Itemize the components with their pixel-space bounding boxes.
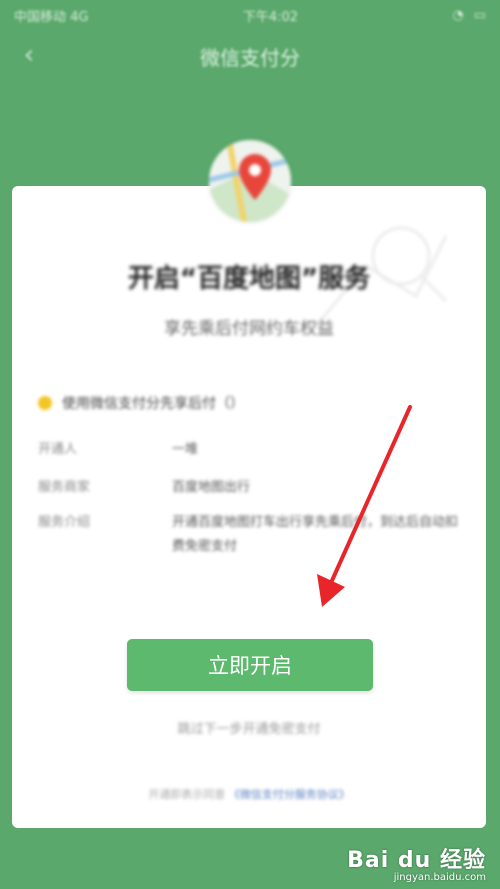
back-button[interactable]: ‹ <box>18 40 40 70</box>
watermark-main: Bai du 经验 <box>347 848 486 873</box>
service-subtitle: 享先乘后付网约车权益 <box>164 319 334 339</box>
clock-text: 下午4:02 <box>242 9 299 25</box>
agreement-footer: 开通即表示同意 《微信支付分服务协议》 <box>12 786 486 802</box>
page-title: 微信支付分 <box>200 45 300 70</box>
info-value: 开通百度地图打车出行享先乘后付，到达后自动扣费免密支付 <box>172 515 459 554</box>
notice-line: 使用微信支付分先享后付（） <box>38 393 244 413</box>
service-title: 开启“百度地图”服务 <box>127 264 371 294</box>
info-dot-icon <box>38 396 52 410</box>
baidu-map-logo <box>209 140 291 222</box>
info-row: 服务商家 百度地图出行 <box>38 476 462 500</box>
title-bar: ‹ 微信支付分 <box>0 32 500 80</box>
info-value: 百度地图出行 <box>172 480 251 495</box>
info-key: 开通人 <box>38 442 78 457</box>
battery-icon: ▭ <box>473 7 486 23</box>
info-row: 开通人 一堆 <box>38 438 462 462</box>
agreement-text: 开通即表示同意 <box>148 788 226 801</box>
info-value: 一堆 <box>172 442 199 457</box>
service-card: 开启“百度地图”服务 享先乘后付网约车权益 使用微信支付分先享后付（） 开通人 … <box>12 186 486 828</box>
info-key: 服务商家 <box>38 480 91 495</box>
carrier-text: 中国移动 4G <box>14 9 89 25</box>
notice-text: 使用微信支付分先享后付（） <box>62 396 244 412</box>
status-bar: 中国移动 4G 下午4:02 ◔ ▭ <box>0 0 500 30</box>
enable-now-button[interactable]: 立即开启 <box>127 639 373 691</box>
info-key: 服务介绍 <box>38 515 91 530</box>
wifi-icon: ◔ <box>452 7 464 23</box>
info-row: 服务介绍 开通百度地图打车出行享先乘后付，到达后自动扣费免密支付 <box>38 511 462 559</box>
chevron-left-icon: ‹ <box>23 40 35 70</box>
baidu-jingyan-watermark: Bai du 经验 jingyan.baidu.com <box>347 842 486 883</box>
agreement-link[interactable]: 《微信支付分服务协议》 <box>229 788 350 801</box>
status-icons: ◔ ▭ <box>452 8 486 23</box>
skip-link[interactable]: 跳过下一步开通免密支付 <box>12 718 486 737</box>
